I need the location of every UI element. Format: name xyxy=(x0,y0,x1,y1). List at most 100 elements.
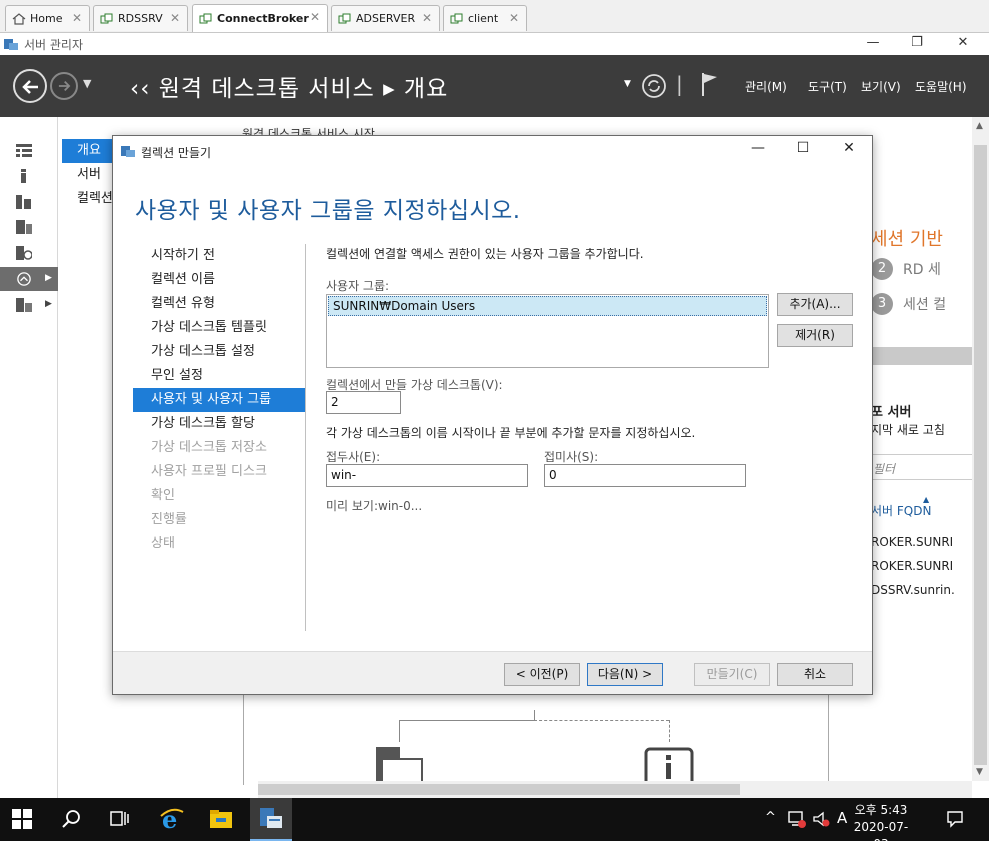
minimize-button[interactable]: — xyxy=(850,33,896,55)
expand-arrow-icon[interactable]: ▶ xyxy=(45,299,52,309)
wizard-step: 상태 xyxy=(151,536,175,551)
network-error-icon[interactable] xyxy=(788,810,806,828)
naming-description: 각 가상 데스크톱의 이름 시작이나 끝 부분에 추가할 문자를 지정하십시오. xyxy=(326,426,696,440)
back-button[interactable]: < 이전(P) xyxy=(504,663,580,686)
rail-iis[interactable] xyxy=(0,241,58,265)
close-icon[interactable]: ✕ xyxy=(422,11,432,25)
wizard-step: 사용자 프로필 디스크 xyxy=(151,464,267,479)
remove-button[interactable]: 제거(R) xyxy=(777,324,853,347)
list-item[interactable]: SUNRIN₩Domain Users xyxy=(328,296,767,316)
vm-tab-rdssrv[interactable]: RDSSRV ✕ xyxy=(93,5,188,31)
file-explorer-icon[interactable] xyxy=(208,806,234,832)
table-row[interactable]: DSSRV.sunrin. xyxy=(871,583,955,597)
wizard-step[interactable]: 컬렉션 이름 xyxy=(133,268,305,292)
sort-ascending-icon: ▲ xyxy=(923,495,930,504)
taskbar-server-manager[interactable] xyxy=(250,798,292,841)
back-button[interactable] xyxy=(13,69,47,103)
vm-tab-strip: Home ✕ RDSSRV ✕ ConnectBroker ✕ ADSERVER… xyxy=(0,0,989,33)
rail-file-storage[interactable] xyxy=(0,215,58,239)
update-server-icon xyxy=(16,298,32,312)
search-icon[interactable] xyxy=(62,809,82,829)
user-groups-list[interactable]: SUNRIN₩Domain Users xyxy=(326,294,769,368)
notification-flag-icon[interactable] xyxy=(700,71,720,97)
cancel-button[interactable]: 취소 xyxy=(777,663,853,686)
menu-view[interactable]: 보기(V) xyxy=(861,78,901,95)
subnav-servers[interactable]: 서버 xyxy=(62,163,117,187)
menu-tools[interactable]: 도구(T) xyxy=(808,78,847,95)
close-icon[interactable]: ✕ xyxy=(72,11,82,25)
server-manager-header: ▼ ‹‹ 원격 데스크톱 서비스 ▸ 개요 ▼ | 관리(M) 도구(T) 보기… xyxy=(0,55,989,117)
column-header-fqdn[interactable]: 서버 FQDN xyxy=(871,502,931,519)
dialog-minimize-button[interactable]: — xyxy=(743,140,773,162)
expand-arrow-icon[interactable]: ▶ xyxy=(45,273,52,283)
next-button[interactable]: 다음(N) > xyxy=(587,663,663,686)
window-close-button[interactable]: ✕ xyxy=(940,33,986,55)
vm-tab-label: client xyxy=(468,12,499,25)
vm-tab-home[interactable]: Home ✕ xyxy=(5,5,90,31)
dialog-close-button[interactable]: ✕ xyxy=(834,140,864,162)
clock[interactable]: 오후 5:43 2020-07-03 xyxy=(852,802,910,841)
dialog-heading: 사용자 및 사용자 그룹을 지정하십시오. xyxy=(135,198,521,224)
wizard-step[interactable]: 무인 설정 xyxy=(133,364,305,388)
wizard-step[interactable]: 가상 데스크톱 템플릿 xyxy=(133,316,305,340)
server-manager-icon xyxy=(4,39,18,50)
scroll-up-icon[interactable]: ▲ xyxy=(976,121,983,131)
ime-indicator[interactable]: A xyxy=(837,809,847,827)
refresh-icon[interactable] xyxy=(641,73,667,99)
vm-tab-adserver[interactable]: ADSERVER ✕ xyxy=(331,5,440,31)
server-manager-icon xyxy=(260,808,282,828)
wizard-step: 확인 xyxy=(151,488,175,503)
history-dropdown-icon[interactable]: ▼ xyxy=(83,77,91,90)
scroll-down-icon[interactable]: ▼ xyxy=(976,767,983,777)
close-icon[interactable]: ✕ xyxy=(170,11,180,25)
dialog-title: 컬렉션 만들기 xyxy=(141,146,212,160)
scroll-thumb[interactable] xyxy=(258,784,740,795)
rail-dashboard[interactable] xyxy=(0,139,58,163)
rail-wsus[interactable]: ▶ xyxy=(0,293,58,317)
internet-explorer-icon[interactable]: e xyxy=(159,806,185,832)
horizontal-scrollbar[interactable] xyxy=(258,781,972,798)
rail-remote-desktop-services[interactable]: ▶ xyxy=(0,267,58,291)
rail-all-servers[interactable] xyxy=(0,190,58,214)
wizard-step[interactable]: 가상 데스크톱 설정 xyxy=(133,340,305,364)
action-center-icon[interactable] xyxy=(946,810,964,828)
table-row[interactable]: ROKER.SUNRI xyxy=(871,559,953,573)
subnav-collections[interactable]: 컬렉션 xyxy=(62,187,117,211)
wizard-step-active[interactable]: 사용자 및 사용자 그룹 xyxy=(133,388,305,412)
suffix-input[interactable]: 0 xyxy=(544,464,746,487)
wizard-step[interactable]: 시작하기 전 xyxy=(133,244,305,268)
wizard-step[interactable]: 가상 데스크톱 할당 xyxy=(133,412,305,436)
windows-start-icon[interactable] xyxy=(12,809,32,829)
table-row[interactable]: ROKER.SUNRI xyxy=(871,535,953,549)
chevron-down-icon[interactable]: ▼ xyxy=(624,79,631,89)
vertical-scrollbar[interactable]: ▲ ▼ xyxy=(972,117,989,781)
menu-manage[interactable]: 관리(M) xyxy=(745,78,787,95)
volume-muted-icon[interactable] xyxy=(812,810,830,828)
task-view-icon[interactable] xyxy=(110,809,130,829)
wizard-step[interactable]: 컬렉션 유형 xyxy=(133,292,305,316)
filter-input[interactable]: 필터 xyxy=(871,454,972,480)
restore-button[interactable]: ❐ xyxy=(894,33,940,55)
scroll-thumb[interactable] xyxy=(974,145,987,765)
dialog-footer: < 이전(P) 다음(N) > 만들기(C) 취소 xyxy=(113,651,872,694)
desktop-count-input[interactable]: 2 xyxy=(326,391,401,414)
add-button[interactable]: 추가(A)... xyxy=(777,293,853,316)
close-icon[interactable]: ✕ xyxy=(310,10,320,24)
prefix-input[interactable]: win- xyxy=(326,464,528,487)
storage-icon xyxy=(16,220,32,234)
deployment-servers-title: 포 서버 xyxy=(871,405,912,420)
subnav-overview[interactable]: 개요 xyxy=(62,139,117,163)
tray-overflow-icon[interactable]: ^ xyxy=(765,810,776,825)
section-band xyxy=(871,347,972,365)
forward-button[interactable] xyxy=(50,72,78,100)
dialog-maximize-button[interactable]: ☐ xyxy=(788,140,818,162)
close-icon[interactable]: ✕ xyxy=(509,11,519,25)
name-preview: 미리 보기:win-0... xyxy=(326,499,423,513)
create-collection-dialog: 컬렉션 만들기 — ☐ ✕ 사용자 및 사용자 그룹을 지정하십시오. 시작하기… xyxy=(112,135,873,695)
deployment-step[interactable]: 3 세션 컬 xyxy=(871,293,946,315)
vm-tab-connectbroker[interactable]: ConnectBroker ✕ xyxy=(192,4,328,32)
menu-help[interactable]: 도움말(H) xyxy=(915,78,967,95)
deployment-step[interactable]: 2 RD 세 xyxy=(871,258,941,280)
rail-local-server[interactable] xyxy=(0,164,58,188)
vm-tab-client[interactable]: client ✕ xyxy=(443,5,527,31)
